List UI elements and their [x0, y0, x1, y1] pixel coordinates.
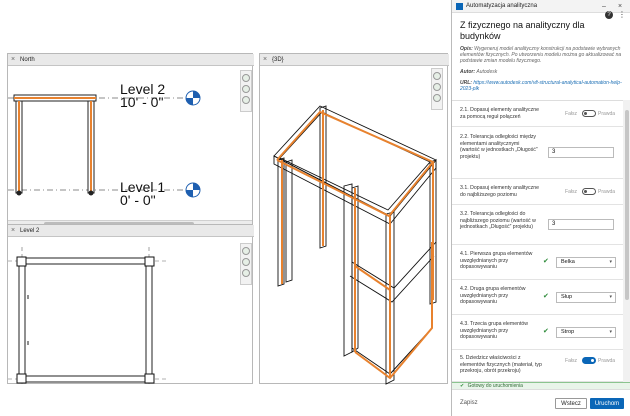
- zoom-icon[interactable]: [242, 85, 250, 93]
- steering-wheel-icon[interactable]: [242, 247, 250, 255]
- toggle-switch[interactable]: [582, 110, 596, 117]
- check-icon: ✔: [543, 293, 549, 300]
- dynamo-logo-icon: [456, 3, 463, 10]
- list-item: 3.1. Dopasuj elementy analityczne do naj…: [452, 179, 623, 205]
- level1-elevation: 0' - 0": [120, 192, 156, 208]
- list-item: 4.3. Trzecia grupa elementów uwzględnian…: [452, 315, 623, 350]
- param-label: 5. Dziedzicz właściwości z elementów fiz…: [460, 355, 542, 374]
- chevron-down-icon: ▾: [609, 259, 612, 265]
- tab-3d[interactable]: × {3D}: [260, 54, 449, 66]
- list-item: 3.2. Tolerancja odległości do najbliższe…: [452, 205, 623, 245]
- param-label: 4.3. Trzecia grupa elementów uwzględnian…: [460, 321, 529, 340]
- param-label: 4.2. Druga grupa elementów uwzględnianyc…: [460, 286, 526, 305]
- list-item: 2.2. Tolerancja odległości między elemen…: [452, 127, 623, 179]
- distance-tolerance-input[interactable]: 3: [548, 147, 614, 158]
- true-label: Prawda: [598, 111, 615, 117]
- chevron-down-icon: ▾: [609, 294, 612, 300]
- list-item: 2.1. Dopasuj elementy analityczne za pom…: [452, 101, 623, 127]
- more-options-icon[interactable]: ⋮: [618, 10, 626, 19]
- pan-icon[interactable]: [242, 269, 250, 277]
- list-item: 5. Dziedzicz właściwości z elementów fiz…: [452, 350, 623, 382]
- param-label: 4.1. Pierwsza grupa elementów uwzględnia…: [460, 251, 533, 270]
- panel-scrollbar[interactable]: [623, 100, 630, 382]
- level2-plan-drawing: [8, 247, 168, 385]
- zoom-icon[interactable]: [433, 83, 441, 91]
- tab-north-label: North: [20, 57, 35, 63]
- toggle-switch[interactable]: [582, 357, 596, 364]
- desc-text: Wygeneruj model analityczny konstrukcji …: [460, 46, 622, 64]
- chevron-down-icon: ▾: [609, 329, 612, 335]
- level2-elevation: 10' - 0": [120, 94, 164, 110]
- close-icon[interactable]: ×: [263, 54, 267, 66]
- tab-3d-label: {3D}: [272, 57, 284, 63]
- group1-select[interactable]: Belka ▾: [556, 257, 616, 268]
- 3d-view[interactable]: × {3D}: [259, 53, 449, 385]
- back-button[interactable]: Wstecz: [555, 398, 587, 409]
- toggle-switch[interactable]: [582, 188, 596, 195]
- group2-value: Słup: [561, 294, 573, 300]
- param-label: 2.2. Tolerancja odległości między elemen…: [460, 134, 538, 160]
- tab-level2-label: Level 2: [20, 228, 40, 234]
- level-tolerance-input[interactable]: 3: [548, 219, 614, 230]
- steering-wheel-icon[interactable]: [433, 72, 441, 80]
- level2-plan-view[interactable]: × Level 2: [7, 224, 254, 385]
- param-label: 2.1. Dopasuj elementy analityczne za pom…: [460, 107, 540, 120]
- param-label: 3.1. Dopasuj elementy analityczne do naj…: [460, 185, 540, 198]
- true-label: Prawda: [598, 358, 615, 364]
- group1-value: Belka: [561, 259, 575, 265]
- north-elevation-view[interactable]: × North Level 2 10' - 0" Level 1 0' - 0": [7, 53, 254, 229]
- save-button[interactable]: Zapisz: [460, 400, 478, 406]
- help-icon[interactable]: ?: [605, 11, 613, 19]
- close-icon[interactable]: ×: [11, 225, 15, 237]
- 3d-model-drawing: [273, 105, 437, 385]
- false-label: Fałsz: [565, 358, 577, 364]
- list-item: 4.1. Pierwsza grupa elementów uwzględnia…: [452, 245, 623, 280]
- navigation-bar[interactable]: [240, 243, 252, 285]
- tab-north[interactable]: × North: [8, 54, 254, 66]
- steering-wheel-icon[interactable]: [242, 74, 250, 82]
- status-bar: ✔ Gotowy do uruchomienia: [452, 382, 630, 389]
- url-link[interactable]: https://www.autodesk.com/vlt-structural-…: [460, 80, 622, 92]
- group2-select[interactable]: Słup ▾: [556, 292, 616, 303]
- true-label: Prawda: [598, 189, 615, 195]
- group3-select[interactable]: Strop ▾: [556, 327, 616, 338]
- panel-titlebar: Automatyzacja analityczna – ×: [452, 0, 630, 13]
- tab-level2[interactable]: × Level 2: [8, 225, 254, 237]
- false-label: Fałsz: [565, 189, 577, 195]
- check-icon: ✔: [543, 258, 549, 265]
- pan-icon[interactable]: [242, 96, 250, 104]
- panel-window-title: Automatyzacja analityczna: [466, 3, 538, 9]
- navigation-bar[interactable]: [431, 68, 443, 110]
- navigation-bar[interactable]: [240, 70, 252, 112]
- author-label: Autor:: [460, 69, 475, 75]
- close-icon[interactable]: ×: [11, 54, 15, 66]
- list-item: 4.2. Druga grupa elementów uwzględnianyc…: [452, 280, 623, 315]
- panel-footer: Zapisz Wstecz Uruchom: [452, 389, 630, 416]
- zoom-icon[interactable]: [242, 258, 250, 266]
- script-info: Opis: Wygeneruj model analityczny konstr…: [452, 42, 630, 92]
- run-button[interactable]: Uruchom: [590, 398, 624, 409]
- orbit-icon[interactable]: [433, 94, 441, 102]
- group3-value: Strop: [561, 329, 575, 335]
- check-icon: ✔: [543, 328, 549, 335]
- parameters-list[interactable]: 2.1. Dopasuj elementy analityczne za pom…: [452, 100, 623, 382]
- analytical-automation-panel: Automatyzacja analityczna – × Z fizyczne…: [451, 0, 630, 416]
- author-value: Autodesk: [476, 69, 498, 75]
- false-label: Fałsz: [565, 111, 577, 117]
- panel-heading: Z fizycznego na analityczny dla budynków: [460, 20, 585, 41]
- param-label: 3.2. Tolerancja odległości do najbliższe…: [460, 211, 536, 230]
